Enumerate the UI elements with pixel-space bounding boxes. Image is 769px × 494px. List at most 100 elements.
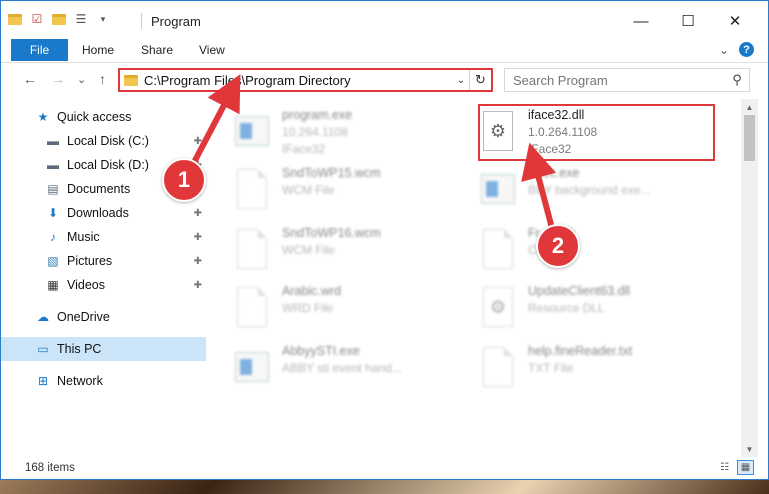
scroll-down-icon[interactable]: ▼	[741, 441, 758, 457]
sidebar-item-label: Music	[67, 230, 100, 244]
expand-ribbon-icon[interactable]: ⌄	[719, 43, 729, 57]
minimize-button[interactable]: —	[618, 7, 664, 35]
file-name: program.exe	[282, 108, 353, 122]
sidebar-item-7[interactable]: ▦ Videos ✚	[1, 273, 206, 297]
minimize-icon: —	[633, 12, 649, 30]
properties-icon[interactable]: ☑	[29, 11, 45, 27]
new-folder-icon[interactable]	[51, 11, 67, 27]
sidebar-item-label: Network	[57, 374, 103, 388]
sidebar-item-label: Pictures	[67, 254, 113, 268]
drive-icon: ▬	[47, 158, 59, 172]
file-item[interactable]: AbbyySTI.exe ABBY sti event hand...	[234, 343, 464, 403]
file-item[interactable]: SndToWP15.wcm WCM File	[234, 165, 464, 225]
file-info: SndToWP15.wcm WCM File	[282, 165, 381, 199]
file-detail: ABBY sti event hand...	[282, 361, 402, 375]
address-path[interactable]: C:\Program Files\Program Directory	[144, 73, 453, 88]
download-arrow-icon: ⬇	[47, 206, 59, 220]
file-detail: 10.264.1108	[282, 125, 348, 139]
file-name: Exec.exe	[528, 166, 580, 180]
file-info: Arabic.wrd WRD File	[282, 283, 341, 317]
pin-icon[interactable]: ✚	[194, 208, 202, 219]
help-icon[interactable]: ?	[739, 42, 754, 57]
ribbon-controls: ⌄ ?	[719, 42, 754, 57]
file-item[interactable]: Fr...d.cjkC...	[480, 225, 710, 285]
document-icon	[480, 227, 516, 271]
file-item[interactable]: Exec.exe BBY background exe...	[480, 165, 710, 225]
scroll-up-icon[interactable]: ▲	[741, 99, 758, 115]
file-item[interactable]: program.exe 10.264.1108 IFace32	[234, 107, 464, 167]
file-item[interactable]: help.fineReader.txt TXT File	[480, 343, 710, 403]
tab-share[interactable]: Share	[141, 43, 173, 57]
search-input[interactable]	[513, 72, 725, 88]
sidebar-item-10[interactable]: ⊞ Network	[1, 369, 206, 393]
sidebar-item-0[interactable]: ★ Quick access	[1, 105, 206, 129]
music-note-icon: ♪	[50, 230, 56, 244]
sidebar-item-8[interactable]: ☁ OneDrive	[1, 305, 206, 329]
refresh-icon[interactable]: ↻	[469, 70, 491, 90]
search-box[interactable]: ⚲	[504, 68, 750, 92]
document-icon	[480, 345, 516, 389]
file-name: Arabic.wrd	[282, 284, 342, 298]
application-icon	[480, 167, 516, 211]
navigation-bar: ← → ⌄ ↑ C:\Program Files\Program Directo…	[1, 63, 768, 97]
sidebar-item-label: Quick access	[57, 110, 132, 124]
callout-badge-1: 1	[162, 158, 206, 202]
status-bar: 168 items ☷ ▦	[1, 457, 768, 479]
sidebar-item-label: Documents	[67, 182, 131, 196]
application-icon	[234, 109, 270, 153]
file-item[interactable]: Arabic.wrd WRD File	[234, 283, 464, 343]
close-button[interactable]: ✕	[712, 7, 758, 35]
pin-icon[interactable]: ✚	[194, 136, 202, 147]
sidebar-item-1[interactable]: ▬ Local Disk (C:) ✚	[1, 129, 206, 153]
vertical-scrollbar[interactable]: ▲ ▼	[741, 99, 758, 457]
file-description: IFace32	[282, 142, 326, 156]
forward-arrow-icon[interactable]: →	[51, 71, 65, 87]
tab-file[interactable]: File	[11, 39, 68, 61]
view-toggle-icon[interactable]: ☰	[73, 11, 89, 27]
folder-icon[interactable]	[7, 11, 23, 27]
file-name: SndToWP15.wcm	[282, 166, 381, 180]
pin-icon[interactable]: ✚	[194, 256, 202, 267]
file-name: SndToWP16.wcm	[282, 226, 381, 240]
details-view-icon[interactable]: ☷	[716, 460, 733, 475]
file-detail: BBY background exe...	[528, 183, 651, 197]
maximize-button[interactable]: ☐	[665, 7, 711, 35]
file-item[interactable]: ⚙ UpdateClient63.dll Resource DLL	[480, 283, 710, 343]
sidebar-item-label: Local Disk (C:)	[67, 134, 149, 148]
tab-view[interactable]: View	[199, 43, 225, 57]
drive-icon: ▬	[47, 134, 59, 148]
search-icon[interactable]: ⚲	[725, 72, 749, 88]
maximize-icon: ☐	[681, 13, 695, 30]
file-detail: WCM File	[282, 183, 335, 197]
file-info: help.fineReader.txt TXT File	[528, 343, 632, 377]
pin-icon[interactable]: ✚	[194, 232, 202, 243]
back-arrow-icon[interactable]: ←	[23, 71, 37, 87]
sidebar-item-4[interactable]: ⬇ Downloads ✚	[1, 201, 206, 225]
cloud-icon: ☁	[37, 310, 49, 324]
document-icon	[234, 227, 270, 271]
computer-icon: ▭	[37, 342, 49, 356]
scroll-thumb[interactable]	[744, 115, 755, 161]
folder-icon	[124, 74, 138, 86]
document-icon	[234, 167, 270, 211]
highlight-box-iface32	[478, 104, 715, 161]
application-icon	[234, 345, 270, 389]
customize-dropdown-icon[interactable]: ▾	[95, 11, 111, 27]
file-detail: WCM File	[282, 243, 335, 257]
tab-home[interactable]: Home	[82, 43, 114, 57]
quick-access-toolbar: ☑ ☰ ▾	[7, 11, 111, 27]
file-detail: TXT File	[528, 361, 574, 375]
star-icon: ★	[37, 110, 49, 124]
address-dropdown-icon[interactable]: ⌄	[453, 75, 469, 86]
pin-icon[interactable]: ✚	[194, 280, 202, 291]
sidebar-item-5[interactable]: ♪ Music ✚	[1, 225, 206, 249]
sidebar-item-6[interactable]: ▧ Pictures ✚	[1, 249, 206, 273]
callout-badge-2: 2	[536, 224, 580, 268]
file-item[interactable]: SndToWP16.wcm WCM File	[234, 225, 464, 285]
recent-locations-icon[interactable]: ⌄	[77, 73, 86, 86]
tiles-view-icon[interactable]: ▦	[737, 460, 754, 475]
file-info: SndToWP16.wcm WCM File	[282, 225, 381, 259]
sidebar-item-9[interactable]: ▭ This PC	[1, 337, 206, 361]
up-arrow-icon[interactable]: ↑	[99, 71, 106, 87]
address-bar[interactable]: C:\Program Files\Program Directory ⌄ ↻	[118, 68, 493, 92]
